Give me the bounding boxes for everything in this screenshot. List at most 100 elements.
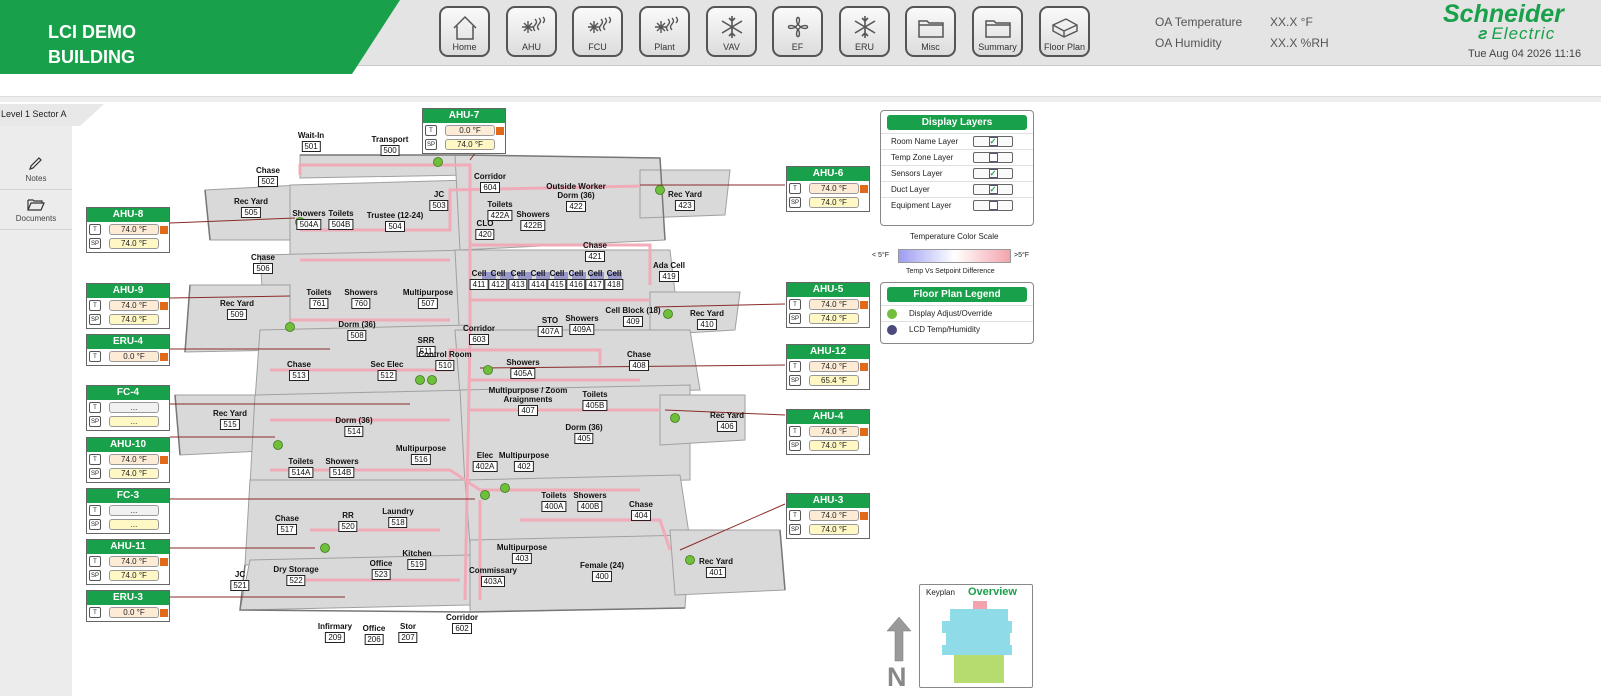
room-207[interactable]: Stor 207: [398, 622, 418, 643]
checkbox[interactable]: [988, 153, 998, 162]
setpoint-value[interactable]: ...: [109, 519, 159, 530]
layer-toggle[interactable]: ✓: [973, 136, 1013, 147]
room-407[interactable]: Multipurpose / Zoom Araignments 407: [488, 386, 568, 416]
temp-value[interactable]: 74.0 °F: [109, 556, 159, 567]
room-406[interactable]: Rec Yard 406: [710, 411, 744, 432]
nav-ef-button[interactable]: EF: [772, 6, 823, 57]
setpoint-value[interactable]: 74.0 °F: [809, 440, 859, 451]
nav-ahu-button[interactable]: AHU: [506, 6, 557, 57]
nav-fcu-button[interactable]: FCU: [572, 6, 623, 57]
ahu12-panel[interactable]: AHU-12 T 74.0 °F SP 65.4 °F: [786, 344, 870, 390]
room-761[interactable]: Toilets 761: [306, 288, 332, 309]
room-408[interactable]: Chase 408: [627, 350, 651, 371]
room-505[interactable]: Rec Yard 505: [234, 197, 268, 218]
temp-value[interactable]: 0.0 °F: [109, 351, 159, 362]
room-514[interactable]: Dorm (36) 514: [335, 416, 373, 437]
ahu5-panel[interactable]: AHU-5 T 74.0 °F SP 74.0 °F: [786, 282, 870, 328]
room-420[interactable]: CLO 420: [475, 219, 495, 240]
room-206[interactable]: Office 206: [363, 624, 385, 645]
eru3-panel[interactable]: ERU-3 T 0.0 °F: [86, 590, 170, 622]
room-507[interactable]: Multipurpose 507: [403, 288, 453, 309]
fc3-panel[interactable]: FC-3 T... SP...: [86, 488, 170, 534]
room-401[interactable]: Rec Yard 401: [699, 557, 733, 578]
setpoint-value[interactable]: 74.0 °F: [109, 238, 159, 249]
room-421[interactable]: Chase 421: [583, 241, 607, 262]
ahu11-panel[interactable]: AHU-11 T 74.0 °F SP 74.0 °F: [86, 539, 170, 585]
room-412[interactable]: Cell 412: [488, 269, 508, 290]
ahu4-panel[interactable]: AHU-4 T 74.0 °F SP 74.0 °F: [786, 409, 870, 455]
nav-misc-button[interactable]: Misc: [905, 6, 956, 57]
ahu7-panel[interactable]: AHU-7 T 0.0 °F SP 74.0 °F: [422, 108, 506, 154]
temp-value[interactable]: 74.0 °F: [809, 299, 859, 310]
room-508[interactable]: Dorm (36) 508: [338, 320, 376, 341]
room-400a[interactable]: Toilets 400A: [541, 491, 567, 512]
temp-value[interactable]: 74.0 °F: [109, 454, 159, 465]
checkbox[interactable]: ✓: [988, 185, 998, 194]
temp-value[interactable]: 74.0 °F: [109, 224, 159, 235]
setpoint-value[interactable]: 74.0 °F: [809, 197, 859, 208]
room-504[interactable]: Trustee (12-24) 504: [355, 211, 435, 232]
room-523[interactable]: Office 523: [370, 559, 392, 580]
setpoint-value[interactable]: 74.0 °F: [109, 314, 159, 325]
layer-toggle[interactable]: [973, 200, 1013, 211]
room-603[interactable]: Corridor 603: [463, 324, 495, 345]
notes-button[interactable]: Notes: [0, 152, 72, 190]
temp-value[interactable]: ...: [109, 402, 159, 413]
room-422b[interactable]: Showers 422B: [516, 210, 550, 231]
nav-floor-plan-button[interactable]: Floor Plan: [1039, 6, 1090, 57]
layer-toggle[interactable]: ✓: [973, 168, 1013, 179]
setpoint-value[interactable]: ...: [109, 416, 159, 427]
room-500[interactable]: Transport 500: [372, 135, 408, 156]
room-414[interactable]: Cell 414: [528, 269, 548, 290]
room-516[interactable]: Multipurpose 516: [396, 444, 446, 465]
documents-button[interactable]: Documents: [0, 192, 72, 230]
eru4-panel[interactable]: ERU-4 T 0.0 °F: [86, 334, 170, 366]
temp-value[interactable]: 74.0 °F: [809, 183, 859, 194]
room-501[interactable]: Wait-In 501: [298, 131, 324, 152]
room-512[interactable]: Sec Elec 512: [371, 360, 403, 381]
room-403[interactable]: Multipurpose 403: [497, 543, 547, 564]
room-411[interactable]: Cell 411: [469, 269, 489, 290]
room-405b[interactable]: Toilets 405B: [582, 390, 608, 411]
temp-value[interactable]: ...: [109, 505, 159, 516]
room-402[interactable]: Multipurpose 402: [499, 451, 549, 472]
room-400b[interactable]: Showers 400B: [573, 491, 607, 512]
room-514b[interactable]: Showers 514B: [325, 457, 359, 478]
room-503[interactable]: JC 503: [429, 190, 449, 211]
room-403a[interactable]: Commissary 403A: [469, 566, 517, 587]
nav-vav-button[interactable]: VAV: [706, 6, 757, 57]
room-404[interactable]: Chase 404: [629, 500, 653, 521]
nav-plant-button[interactable]: Plant: [639, 6, 690, 57]
room-407a[interactable]: STO 407A: [537, 316, 563, 337]
room-416[interactable]: Cell 416: [566, 269, 586, 290]
room-521[interactable]: JC 521: [230, 570, 250, 591]
room-513[interactable]: Chase 513: [287, 360, 311, 381]
setpoint-value[interactable]: 65.4 °F: [809, 375, 859, 386]
setpoint-value[interactable]: 74.0 °F: [109, 468, 159, 479]
room-517[interactable]: Chase 517: [275, 514, 299, 535]
room-604[interactable]: Corridor 604: [474, 172, 506, 193]
room-520[interactable]: RR 520: [338, 511, 358, 532]
room-518[interactable]: Laundry 518: [382, 507, 414, 528]
temp-value[interactable]: 0.0 °F: [445, 125, 495, 136]
room-418[interactable]: Cell 418: [604, 269, 624, 290]
ahu9-panel[interactable]: AHU-9 T 74.0 °F SP 74.0 °F: [86, 283, 170, 329]
room-405a[interactable]: Showers 405A: [506, 358, 540, 379]
setpoint-value[interactable]: 74.0 °F: [109, 570, 159, 581]
temp-value[interactable]: 74.0 °F: [809, 361, 859, 372]
checkbox[interactable]: ✓: [988, 137, 998, 146]
room-506[interactable]: Chase 506: [251, 253, 275, 274]
room-422a[interactable]: Toilets 422A: [487, 200, 513, 221]
layer-toggle[interactable]: ✓: [973, 184, 1013, 195]
nav-home-button[interactable]: Home: [439, 6, 490, 57]
temp-value[interactable]: 0.0 °F: [109, 607, 159, 618]
room-760[interactable]: Showers 760: [344, 288, 378, 309]
setpoint-value[interactable]: 74.0 °F: [445, 139, 495, 150]
room-502[interactable]: Chase 502: [256, 166, 280, 187]
temp-value[interactable]: 74.0 °F: [109, 300, 159, 311]
ahu10-panel[interactable]: AHU-10 T 74.0 °F SP 74.0 °F: [86, 437, 170, 483]
nav-summary-button[interactable]: Summary: [972, 6, 1023, 57]
room-510[interactable]: Control Room 510: [418, 350, 472, 371]
layer-toggle[interactable]: [973, 152, 1013, 163]
temp-value[interactable]: 74.0 °F: [809, 510, 859, 521]
